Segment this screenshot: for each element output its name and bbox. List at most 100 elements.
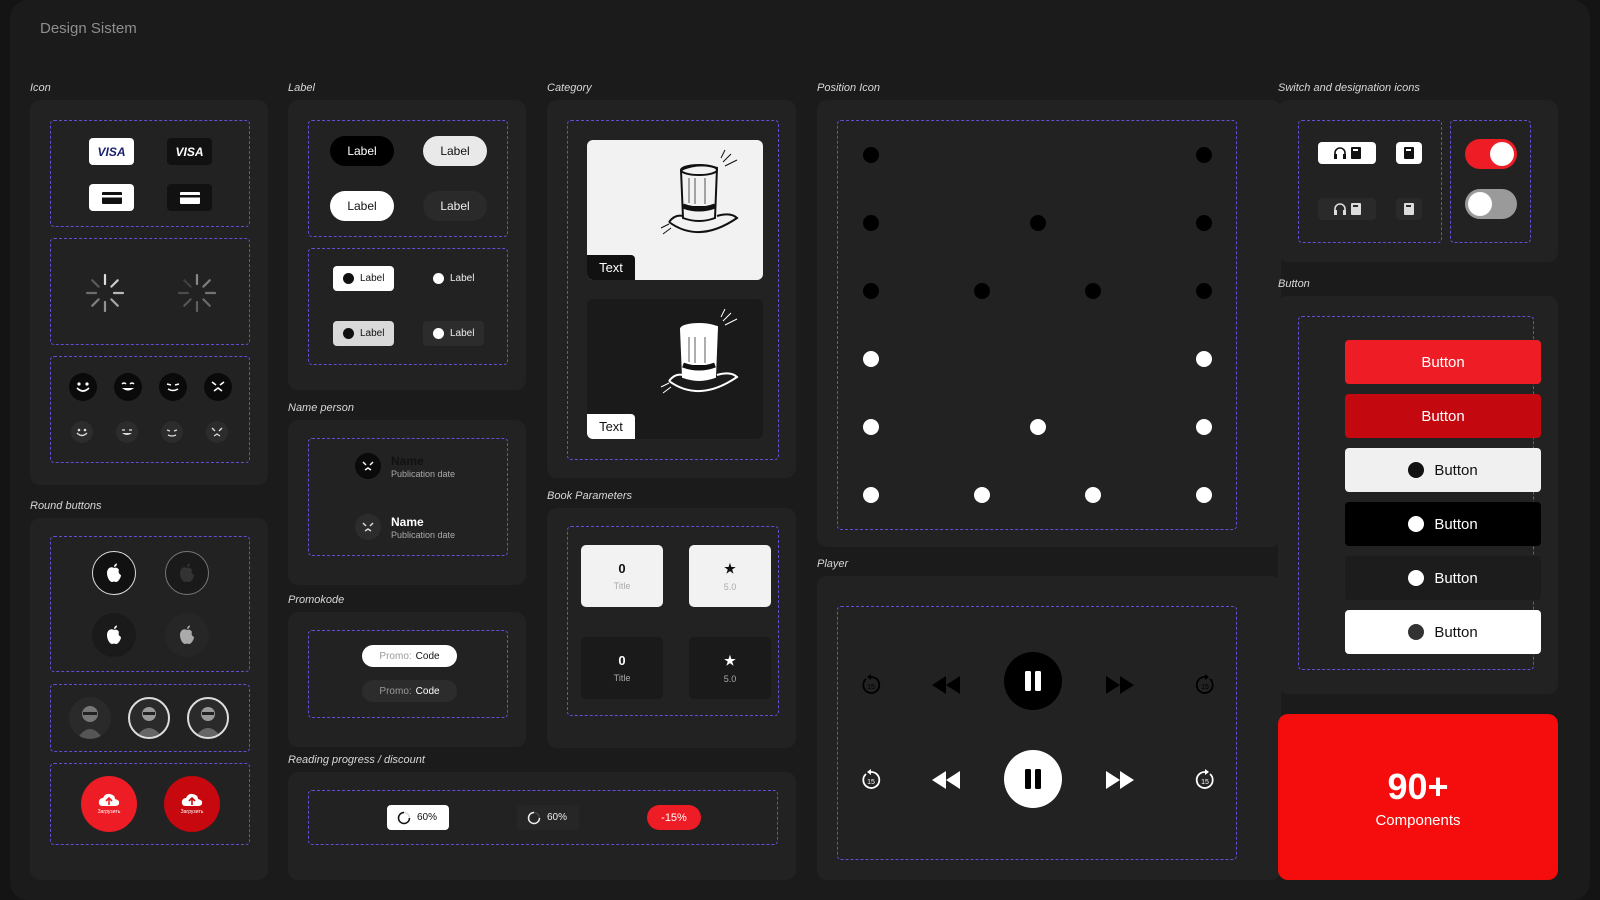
- book-parameters-panel: 0 Title ★ 5.0 0 Title ★ 5.0: [547, 508, 796, 748]
- param-title: Title: [613, 673, 631, 683]
- components-caption: Components: [1375, 811, 1461, 829]
- upload-button-pressed[interactable]: Загрузить: [164, 776, 220, 832]
- apple-outline-dark-button[interactable]: [165, 551, 209, 595]
- tag-label-white[interactable]: Label: [333, 266, 394, 291]
- apple-filled-button[interactable]: [92, 613, 136, 657]
- position-dot-icon: [1196, 215, 1212, 231]
- designation-icons-group: [1298, 120, 1442, 243]
- svg-text:15: 15: [1201, 779, 1209, 786]
- pill-label-light[interactable]: Label: [423, 136, 487, 166]
- position-dot-icon: [863, 215, 879, 231]
- promo-code-light[interactable]: Promo: Code: [362, 645, 457, 667]
- light-icon-button[interactable]: Button: [1345, 448, 1541, 492]
- upload-buttons-group: Загрузить Загрузить: [50, 763, 250, 845]
- smirk-face-icon: [159, 373, 187, 401]
- primary-pressed-button[interactable]: Button: [1345, 394, 1541, 438]
- book-parameters-group: 0 Title ★ 5.0 0 Title ★ 5.0: [567, 526, 779, 716]
- skip-back-icon[interactable]: [930, 769, 962, 791]
- param-value: 0: [618, 561, 626, 576]
- bank-card-light-icon: [89, 184, 134, 211]
- section-title-label: Label: [288, 82, 315, 94]
- tag-label-dark[interactable]: Label: [423, 266, 484, 291]
- pill-labels-group: Label Label Label Label: [308, 120, 508, 237]
- category-card-dark[interactable]: Text: [587, 299, 763, 439]
- section-title-book-parameters: Book Parameters: [547, 490, 632, 502]
- dark-icon-button[interactable]: Button: [1345, 556, 1541, 600]
- position-dot-icon: [1030, 419, 1046, 435]
- dot-icon: [343, 328, 354, 339]
- cloud-upload-icon: [181, 793, 203, 806]
- angry-face-icon: [204, 373, 232, 401]
- design-system-board: Design Sistem Icon VISA VISA Round butto…: [10, 0, 1590, 900]
- avatar-outlined-alt[interactable]: [187, 697, 229, 739]
- skip-forward-icon[interactable]: [1104, 769, 1136, 791]
- promo-prefix: Promo:: [379, 685, 412, 697]
- icon-panel: VISA VISA: [30, 100, 268, 485]
- player-controls-group: 15 15 15 15: [837, 606, 1237, 860]
- promokode-group: Promo: Code Promo: Code: [308, 630, 508, 718]
- position-dot-icon: [974, 283, 990, 299]
- white-icon-button[interactable]: Button: [1345, 610, 1541, 654]
- tag-labels-group: Label Label Label Label: [308, 248, 508, 365]
- progress-ring-icon: [527, 811, 541, 824]
- promo-code-dark[interactable]: Promo: Code: [362, 680, 457, 702]
- apple-outline-button[interactable]: [92, 551, 136, 595]
- person-photo-icon: [136, 707, 162, 737]
- param-title-dark: 0 Title: [581, 637, 663, 699]
- category-card-light[interactable]: Text: [587, 140, 763, 280]
- rewind-15-icon[interactable]: 15: [860, 674, 882, 696]
- tag-label-muted[interactable]: Label: [423, 321, 484, 346]
- pill-label-white[interactable]: Label: [330, 191, 394, 221]
- skip-forward-icon[interactable]: [1104, 674, 1136, 696]
- tag-text: Label: [450, 273, 475, 284]
- skip-back-icon[interactable]: [930, 674, 962, 696]
- apple-muted-button[interactable]: [165, 613, 209, 657]
- apple-icon: [107, 563, 121, 582]
- black-icon-button[interactable]: Button: [1345, 502, 1541, 546]
- avatar-outlined[interactable]: [128, 697, 170, 739]
- section-title-switch-icons: Switch and designation icons: [1278, 82, 1420, 94]
- spinner-dark-icon: [177, 273, 217, 313]
- position-dot-icon: [863, 147, 879, 163]
- progress-badge-light: 60%: [387, 805, 449, 830]
- switch-icons-panel: [1278, 100, 1558, 262]
- category-card-label: Text: [587, 255, 635, 280]
- pill-label-black[interactable]: Label: [330, 136, 394, 166]
- dot-icon: [343, 273, 354, 284]
- rewind-15-icon[interactable]: 15: [860, 769, 882, 791]
- toggle-switch-off[interactable]: [1465, 189, 1517, 219]
- bank-card-dark-icon: [167, 184, 212, 211]
- book-icon-dark: [1396, 198, 1422, 220]
- primary-button[interactable]: Button: [1345, 340, 1541, 384]
- avatar-plain[interactable]: [69, 697, 111, 739]
- toggle-switch-on[interactable]: [1465, 139, 1517, 169]
- section-title-player: Player: [817, 558, 849, 570]
- tag-label-grey[interactable]: Label: [333, 321, 394, 346]
- person-name: Name: [391, 515, 424, 529]
- angry-face-icon: [355, 514, 381, 540]
- progress-badge-dark: 60%: [517, 805, 579, 830]
- angry-face-small-icon: [206, 421, 228, 443]
- forward-15-icon[interactable]: 15: [1194, 769, 1216, 791]
- category-card-label: Text: [587, 414, 635, 439]
- smirk-face-small-icon: [161, 421, 183, 443]
- pause-button-dark[interactable]: [1004, 652, 1062, 710]
- section-title-position-icon: Position Icon: [817, 82, 880, 94]
- progress-value: 60%: [547, 812, 568, 823]
- pill-label-dark[interactable]: Label: [423, 191, 487, 221]
- position-dot-icon: [863, 351, 879, 367]
- person-subtitle: Publication date: [391, 469, 456, 479]
- star-icon: ★: [724, 652, 736, 668]
- upload-button[interactable]: Загрузить: [81, 776, 137, 832]
- forward-15-icon[interactable]: 15: [1194, 674, 1216, 696]
- position-dot-icon: [863, 419, 879, 435]
- name-person-panel: Name Publication date Name Publication d…: [288, 420, 526, 585]
- button-label: Button: [1434, 569, 1478, 587]
- position-dot-icon: [1196, 351, 1212, 367]
- name-person-group: Name Publication date Name Publication d…: [308, 438, 508, 556]
- avatar-buttons-group: [50, 684, 250, 752]
- section-title-promokode: Promokode: [288, 594, 345, 606]
- category-panel: Text Text: [547, 100, 796, 478]
- pause-button-light[interactable]: [1004, 750, 1062, 808]
- promo-code: Code: [415, 685, 440, 697]
